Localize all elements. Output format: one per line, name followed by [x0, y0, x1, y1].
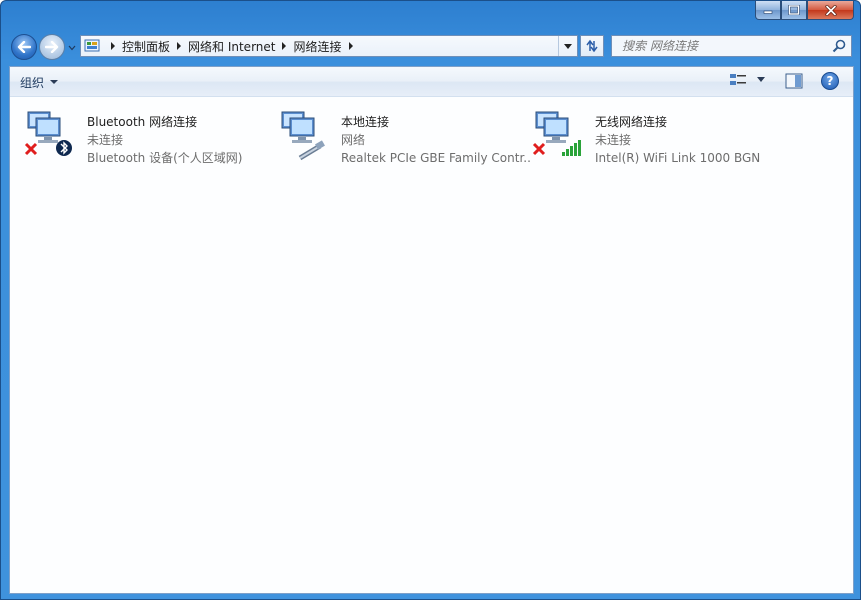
- close-button[interactable]: [807, 1, 854, 20]
- recent-pages-dropdown[interactable]: [67, 43, 77, 53]
- forward-button[interactable]: [39, 34, 65, 60]
- chevron-down-icon: [50, 80, 59, 84]
- breadcrumb-separator-icon[interactable]: [177, 42, 182, 50]
- address-bar[interactable]: 控制面板 网络和 Internet 网络连接: [80, 35, 578, 57]
- connection-device: Intel(R) WiFi Link 1000 BGN: [595, 151, 761, 165]
- connections-list: Bluetooth 网络连接 未连接 Bluetooth 设备(个人区域网) 本…: [10, 98, 853, 588]
- breadcrumb-separator-icon[interactable]: [348, 42, 353, 50]
- ethernet-cable-icon: [298, 140, 325, 161]
- network-connection-icon: [532, 111, 581, 156]
- preview-pane-icon: [785, 73, 803, 89]
- refresh-button[interactable]: [580, 35, 604, 57]
- back-arrow-icon: [17, 41, 31, 53]
- chevron-down-icon: [564, 43, 572, 49]
- breadcrumb-separator-icon[interactable]: [282, 42, 287, 50]
- disconnected-x-icon: [532, 142, 546, 156]
- breadcrumb-control-panel[interactable]: 控制面板: [122, 38, 170, 55]
- command-bar: 组织 ?: [10, 67, 853, 97]
- network-connection-icon: [24, 111, 72, 156]
- maximize-button[interactable]: [781, 1, 807, 20]
- connection-details: Bluetooth 网络连接 未连接 Bluetooth 设备(个人区域网): [87, 113, 277, 167]
- forward-arrow-icon: [45, 41, 59, 53]
- connection-status: 网络: [341, 133, 366, 147]
- maximize-icon: [788, 5, 800, 15]
- network-connection-icon: [281, 111, 325, 161]
- search-icon[interactable]: [832, 39, 846, 53]
- connection-device: Realtek PCIe GBE Family Contr...: [341, 151, 531, 165]
- control-panel-icon: [84, 39, 100, 52]
- connection-name: 无线网络连接: [595, 115, 668, 129]
- connection-item-bluetooth[interactable]: Bluetooth 网络连接 未连接 Bluetooth 设备(个人区域网): [24, 106, 274, 165]
- organize-label: 组织: [20, 75, 45, 90]
- breadcrumb-network-connections[interactable]: 网络连接: [293, 38, 341, 55]
- breadcrumb-network-internet[interactable]: 网络和 Internet: [188, 38, 275, 55]
- explorer-window: 控制面板 网络和 Internet 网络连接 搜索 网络连接 组织 ? Blue…: [0, 0, 861, 600]
- connection-status: 未连接: [595, 133, 632, 147]
- connection-item-wireless[interactable]: 无线网络连接 未连接 Intel(R) WiFi Link 1000 BGN: [532, 106, 782, 165]
- chevron-down-icon: [757, 77, 765, 82]
- chevron-down-icon: [68, 45, 76, 51]
- minimize-icon: [763, 10, 773, 14]
- caption-buttons: [755, 1, 854, 20]
- connection-name: Bluetooth 网络连接: [87, 115, 198, 129]
- breadcrumb: 控制面板 网络和 Internet 网络连接: [104, 36, 360, 56]
- connection-name: 本地连接: [341, 115, 390, 129]
- organize-button[interactable]: 组织: [20, 73, 59, 91]
- close-icon: [824, 4, 837, 16]
- connection-status: 未连接: [87, 133, 124, 147]
- view-details-icon: [730, 74, 746, 85]
- search-input[interactable]: [620, 38, 834, 54]
- breadcrumb-separator-icon[interactable]: [111, 42, 115, 50]
- change-view-button[interactable]: [729, 73, 767, 87]
- help-icon: ?: [826, 74, 834, 88]
- address-dropdown-button[interactable]: [558, 36, 577, 56]
- preview-pane-button[interactable]: [785, 73, 803, 92]
- connection-device: Bluetooth 设备(个人区域网): [87, 151, 243, 165]
- navigation-bar: 控制面板 网络和 Internet 网络连接: [1, 29, 860, 63]
- disconnected-x-icon: [24, 142, 38, 156]
- help-button[interactable]: ?: [821, 72, 839, 90]
- refresh-icon: [586, 39, 598, 53]
- search-box[interactable]: [611, 35, 852, 57]
- minimize-button[interactable]: [755, 1, 781, 20]
- content-pane: 组织 ? Bluetooth 网络连接 未连接 Bluetooth 设备(个人区…: [9, 66, 854, 594]
- connection-details: 本地连接 网络 Realtek PCIe GBE Family Contr...: [341, 113, 531, 167]
- connection-details: 无线网络连接 未连接 Intel(R) WiFi Link 1000 BGN: [595, 113, 785, 167]
- back-button[interactable]: [11, 34, 37, 60]
- connection-item-local[interactable]: 本地连接 网络 Realtek PCIe GBE Family Contr...: [278, 106, 531, 165]
